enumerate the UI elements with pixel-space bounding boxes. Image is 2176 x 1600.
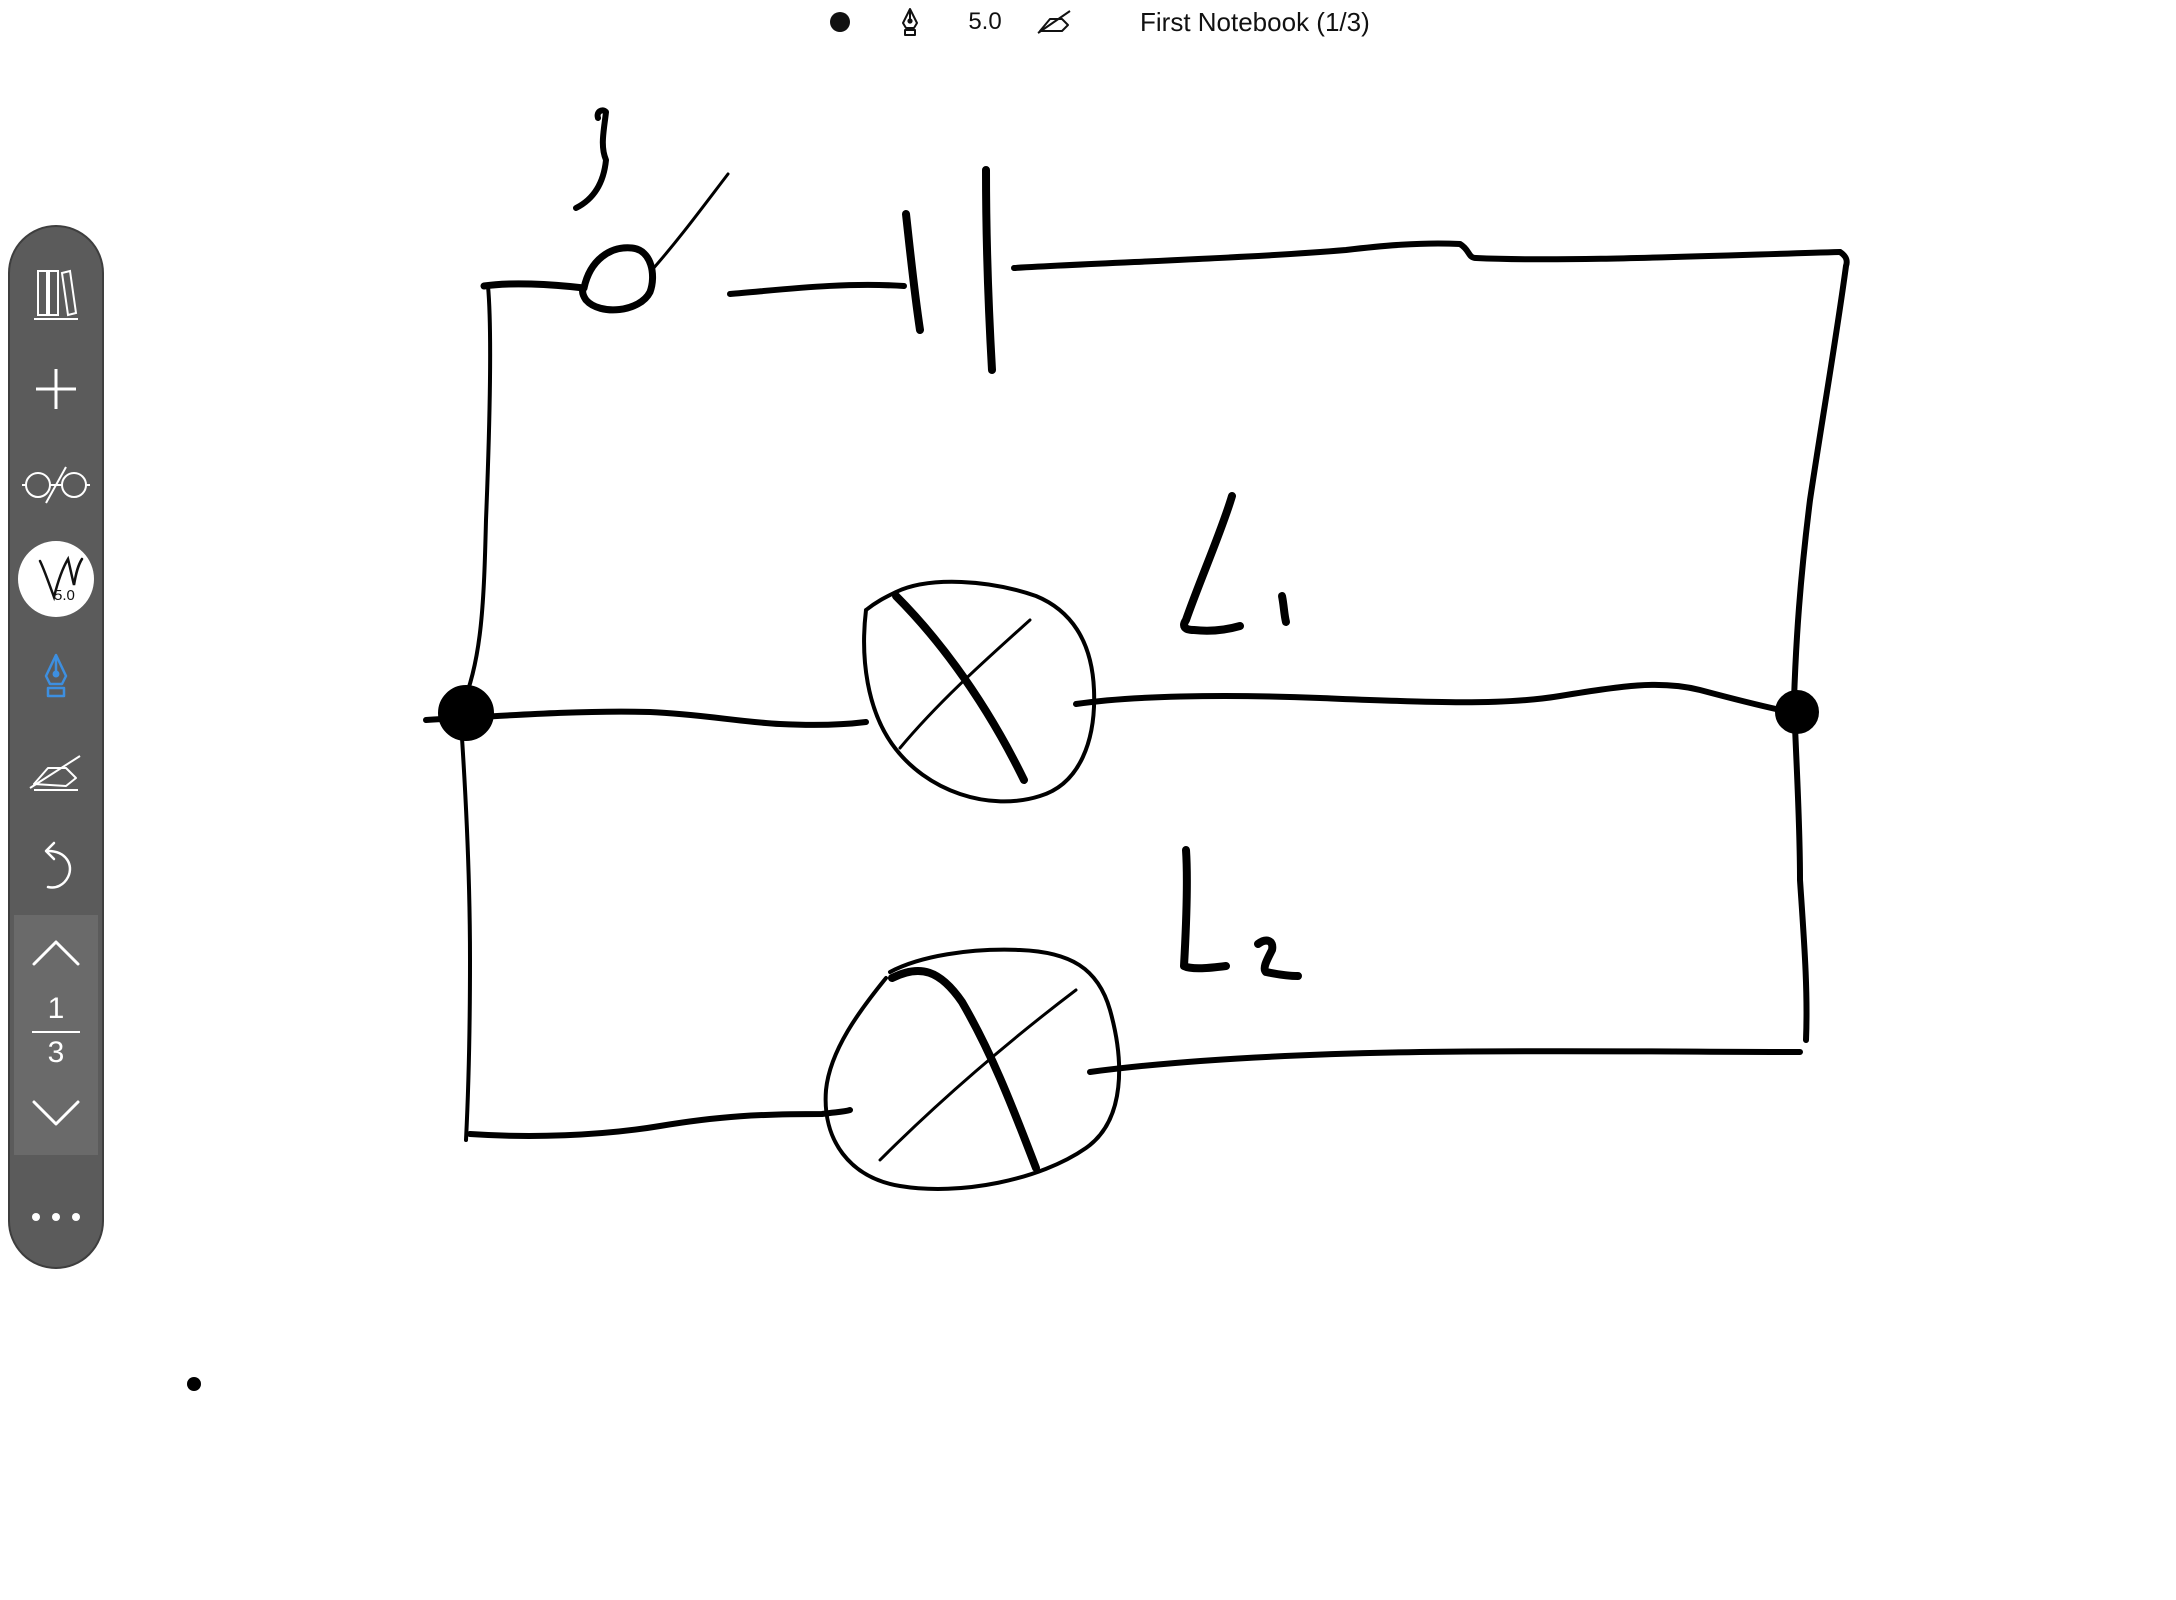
wire-bottom-right	[1087, 1048, 1803, 1075]
chevron-down-icon[interactable]	[14, 1083, 98, 1143]
wire-bottom-left	[467, 1107, 853, 1139]
label-l1-subscript	[1278, 592, 1290, 626]
label-l2-letter	[1180, 846, 1230, 973]
wire-middle-right	[1073, 681, 1793, 715]
brush-badge: 5.0	[18, 541, 94, 617]
battery-long-plate	[982, 166, 996, 374]
wire-left-upper	[460, 284, 493, 708]
label-l1-letter	[1180, 492, 1244, 635]
pen-size-value: 5.0	[968, 8, 1002, 35]
label-l2-subscript	[1254, 936, 1302, 980]
fountain-pen-icon[interactable]	[10, 637, 102, 717]
wire-right	[1791, 249, 1850, 1043]
library-icon[interactable]	[10, 255, 102, 335]
switch-contact	[579, 244, 657, 314]
chevron-up-icon[interactable]	[14, 923, 98, 983]
total-page-count: 3	[47, 1036, 65, 1069]
notebook-title[interactable]: First Notebook (1/3)	[1140, 6, 1560, 38]
more-dots-icon[interactable]	[10, 1177, 102, 1257]
undo-icon[interactable]	[10, 827, 102, 907]
switch-mark	[573, 107, 609, 211]
notebook-app: 5.0 First Notebook (1/3) 5.0 1 3	[0, 0, 2176, 1600]
switch-arm	[650, 172, 730, 272]
wire-top-left	[480, 280, 588, 292]
wire-top-right	[1011, 240, 1843, 271]
lamp-l2-outline	[823, 947, 1122, 1191]
reading-glasses-icon[interactable]	[10, 445, 102, 525]
lamp-l2-cross-a	[888, 966, 1040, 1172]
node-left	[438, 685, 494, 741]
lamp-l2-cross-b	[878, 988, 1078, 1162]
page-navigator: 1 3	[14, 915, 98, 1155]
wire-left-lower	[460, 736, 472, 1142]
plus-icon[interactable]	[10, 349, 102, 429]
eraser-icon[interactable]	[10, 732, 102, 812]
lamp-l1-outline	[862, 579, 1097, 804]
drawing-canvas[interactable]	[0, 0, 2176, 1600]
side-toolbar: 5.0 1 3	[8, 225, 104, 1269]
wire-to-battery	[727, 281, 907, 297]
brush-icon[interactable]: 5.0	[10, 539, 102, 619]
stray-dot	[187, 1377, 201, 1391]
brush-dot-icon[interactable]	[822, 6, 858, 38]
page-divider	[32, 1031, 80, 1033]
top-status-bar: 5.0 First Notebook (1/3)	[0, 0, 2176, 48]
brush-size-value: 5.0	[54, 587, 75, 604]
lamp-l1-cross-a	[892, 592, 1028, 784]
battery-short-plate	[902, 210, 924, 334]
current-page-number: 1	[47, 992, 65, 1025]
eraser-icon[interactable]	[1030, 6, 1080, 38]
fountain-pen-icon[interactable]	[890, 6, 930, 38]
